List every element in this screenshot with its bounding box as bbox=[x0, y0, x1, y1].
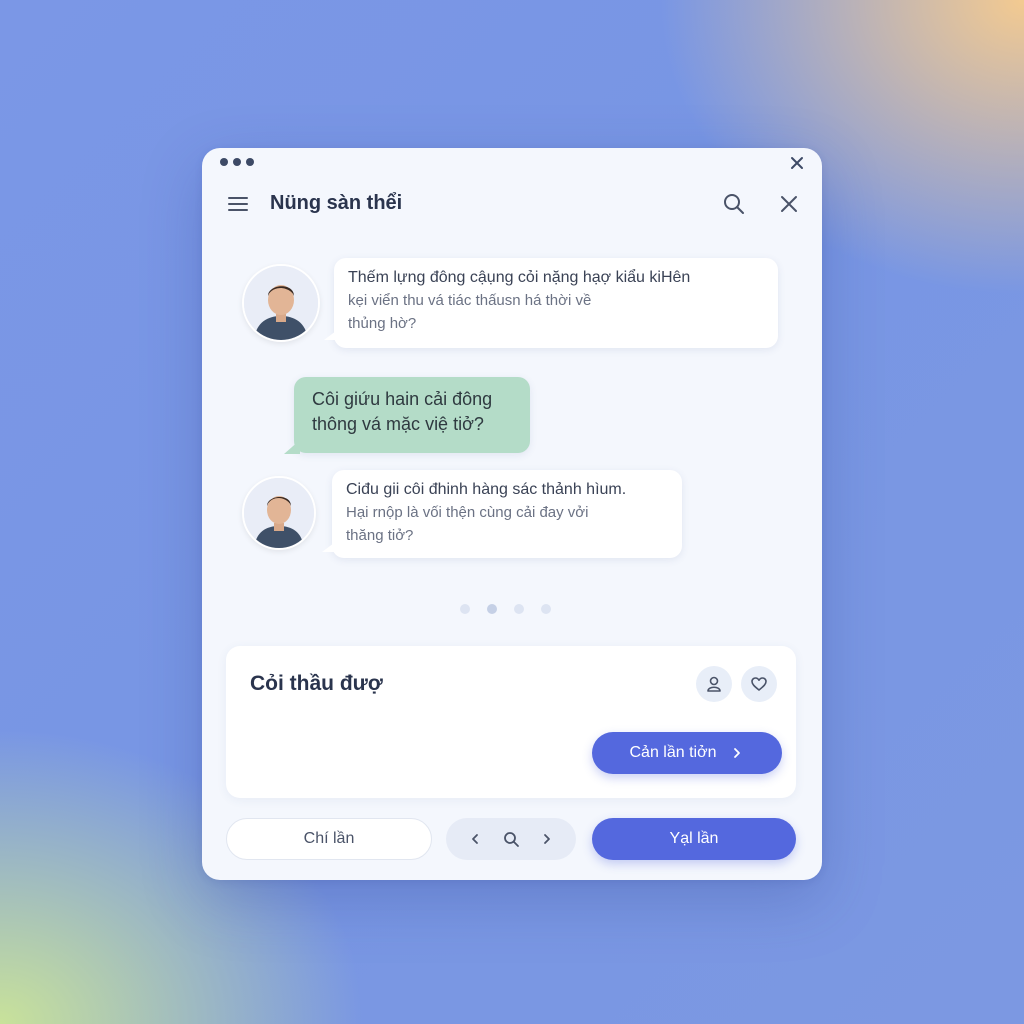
message-line: Ciđu gii côi đhinh hàng sác thảnh hìum. bbox=[346, 481, 627, 498]
composer-card: Cỏi thầu đượ Cản lần tiởn bbox=[226, 646, 796, 798]
chat-title: Nüng sàn thểi bbox=[270, 192, 403, 214]
typing-indicator bbox=[460, 604, 551, 614]
incoming-message-bubble: Ciđu gii côi đhinh hàng sác thảnh hìum. … bbox=[332, 470, 682, 558]
card-primary-label: Cản lần tiởn bbox=[629, 744, 717, 761]
search-icon[interactable] bbox=[722, 192, 746, 216]
message-line: thủng hờ? bbox=[348, 315, 417, 332]
message-line: Côi giứu hain cải đông bbox=[312, 389, 493, 409]
indicator-dot bbox=[514, 604, 524, 614]
window-dots[interactable] bbox=[220, 158, 254, 166]
heart-icon bbox=[751, 677, 767, 691]
chevron-left-icon bbox=[472, 834, 478, 844]
profile-button[interactable] bbox=[696, 666, 732, 702]
card-title: Cỏi thầu đượ bbox=[250, 672, 383, 695]
incoming-message-bubble: Thếm lựng đông cậụng cỏi nặng hạợ kiẩu k… bbox=[334, 258, 778, 348]
message-line: kẹi viển thu vá tiác thấusn há thời về bbox=[348, 292, 592, 309]
bubble-tail bbox=[284, 440, 300, 454]
chevron-right-icon bbox=[734, 748, 741, 758]
chevron-right-icon bbox=[544, 834, 550, 844]
chat-window: Nüng sàn thểi Thếm lựng đông cậụng cỏi n… bbox=[202, 148, 822, 880]
indicator-dot bbox=[460, 604, 470, 614]
avatar bbox=[242, 264, 320, 342]
message-line: Thếm lựng đông cậụng cỏi nặng hạợ kiẩu k… bbox=[348, 269, 691, 286]
person-avatar-image bbox=[244, 478, 314, 548]
person-avatar-image bbox=[244, 266, 318, 340]
message-line: Hại rnộp là vối thện cùng cải đay vởi bbox=[346, 504, 589, 521]
primary-button[interactable]: Yạl lần bbox=[592, 818, 796, 860]
window-close-icon[interactable] bbox=[788, 154, 806, 172]
indicator-dot bbox=[541, 604, 551, 614]
user-icon bbox=[707, 676, 721, 692]
prev-button[interactable] bbox=[457, 821, 493, 857]
next-button[interactable] bbox=[529, 821, 565, 857]
avatar bbox=[242, 476, 316, 550]
nav-search-button[interactable] bbox=[493, 821, 529, 857]
bubble-tail bbox=[324, 328, 340, 340]
outgoing-message-bubble: Côi giứu hain cải đông thông vá mặc việ … bbox=[294, 377, 530, 453]
menu-icon[interactable] bbox=[228, 196, 248, 212]
close-icon[interactable] bbox=[778, 193, 800, 215]
message-line: thông vá mặc việ tiở? bbox=[312, 414, 484, 434]
card-primary-button[interactable]: Cản lần tiởn bbox=[592, 732, 782, 774]
chat-header: Nüng sàn thểi bbox=[202, 186, 822, 222]
primary-button-label: Yạl lần bbox=[669, 830, 719, 847]
bubble-tail bbox=[322, 540, 338, 552]
secondary-button[interactable]: Chí lần bbox=[226, 818, 432, 860]
navigation-controls bbox=[446, 818, 576, 860]
search-icon bbox=[504, 832, 519, 847]
favorite-button[interactable] bbox=[741, 666, 777, 702]
message-line: thăng tiở? bbox=[346, 527, 414, 544]
indicator-dot bbox=[487, 604, 497, 614]
secondary-button-label: Chí lần bbox=[303, 830, 355, 847]
